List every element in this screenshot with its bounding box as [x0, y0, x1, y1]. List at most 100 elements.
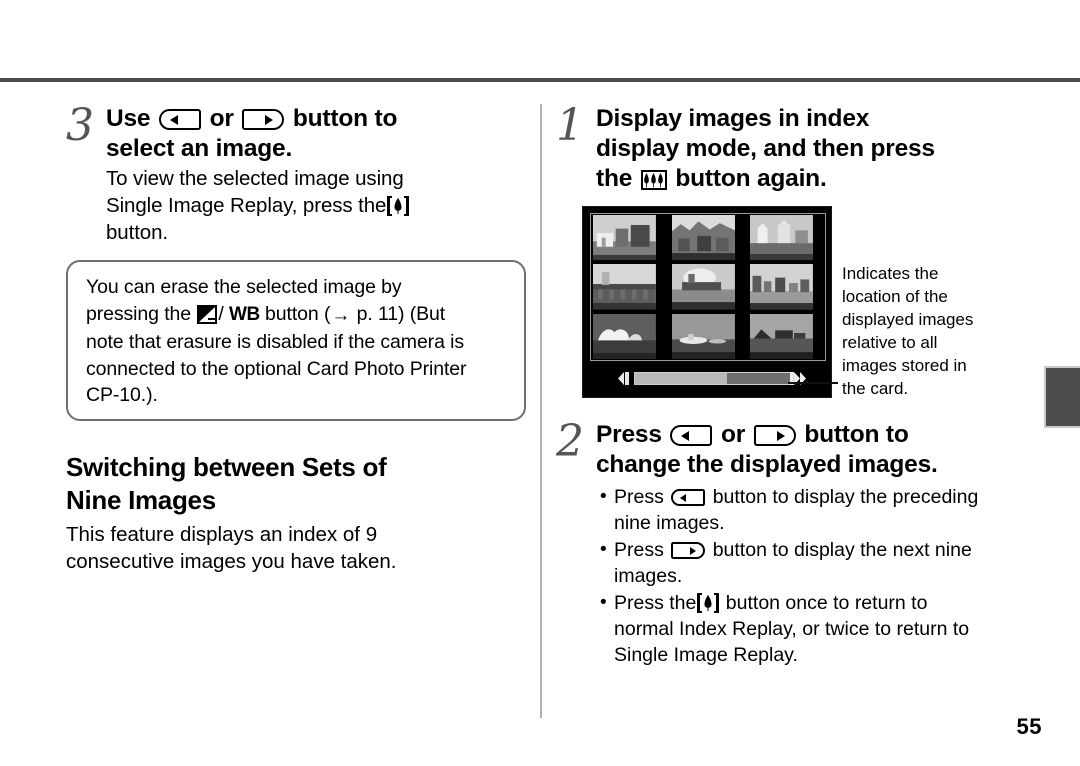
step-3-desc-line3: button.	[106, 221, 168, 244]
bullet-continuation-2: Single Image Replay.	[614, 644, 798, 666]
step-3: 3 Use or button to select an image. To v…	[66, 104, 526, 246]
note-line-2: pressing the / WB button (→ p. 11) (But	[86, 301, 510, 330]
bullet-continuation: images.	[614, 565, 683, 587]
bullet-post: button once to return to	[725, 592, 928, 614]
step-1-title-line3: the button again.	[596, 164, 1028, 194]
wide-three-trees-icon	[640, 170, 667, 190]
section-heading: Switching between Sets of Nine Images	[66, 451, 526, 517]
step-3-title-line2: select an image.	[106, 135, 293, 162]
exposure-compensation-icon	[197, 304, 218, 324]
scroll-left-cap-icon	[618, 372, 629, 385]
thumbnail-cell	[669, 213, 748, 262]
bullet-post: button to display the next nine	[712, 539, 972, 561]
note-line-1: You can erase the selected image by	[86, 276, 402, 298]
step-3-title-or: or	[209, 105, 234, 132]
tree-shape-icon	[394, 198, 402, 214]
annotation-text: Indicates the location of the displayed …	[842, 262, 1017, 400]
note-slash: /	[218, 302, 224, 325]
step-1-number: 1	[556, 100, 584, 151]
step-1-title: Display images in index display mode, an…	[596, 104, 1028, 194]
bullet-pre: Press the	[614, 592, 697, 614]
page-number: 55	[1016, 714, 1042, 739]
thumbnail-cell	[590, 312, 669, 361]
step-2-bullet-list: • Press button to display the preceding …	[600, 484, 1028, 668]
thumbnail-grid	[590, 213, 826, 361]
thumbnail-cell	[669, 312, 748, 361]
note-line-5: CP-10.).	[86, 384, 158, 406]
thumbnail-image	[593, 264, 657, 310]
tele-single-tree-icon	[697, 593, 720, 613]
step-2-title-or: or	[720, 421, 746, 448]
step-1-title-line2: display mode, and then press	[596, 135, 935, 162]
right-arrow-button-icon	[671, 542, 706, 559]
step-3-body: Use or button to select an image. To vie…	[106, 104, 526, 246]
left-arrow-button-icon	[158, 109, 201, 130]
right-column: 1 Display images in index display mode, …	[556, 104, 1028, 669]
step-2-title-line2: change the displayed images.	[596, 451, 938, 478]
annotation-leader-line	[788, 382, 838, 384]
right-arrow-button-icon	[242, 109, 285, 130]
note-callout-box: You can erase the selected image by pres…	[66, 260, 526, 421]
white-balance-label: WB	[229, 303, 260, 325]
bullet-dot: •	[600, 539, 607, 560]
step-3-desc-line1: To view the selected image using	[106, 167, 404, 190]
step-2-number: 2	[556, 416, 584, 467]
bullet-continuation: normal Index Replay, or twice to return …	[614, 618, 970, 640]
thumbnail-image	[593, 214, 657, 261]
note-page-ref: p. 11	[356, 302, 399, 325]
note-line-2-mid: button (	[265, 302, 331, 325]
thumbnail-image	[750, 264, 814, 310]
bullet-text: Press the button once to return to norma…	[614, 590, 1028, 668]
thumbnail-cell	[590, 262, 669, 311]
annotation-line: relative to all	[842, 333, 938, 352]
section-body-line2: consecutive images you have taken.	[66, 549, 397, 573]
note-line-4: connected to the optional Card Photo Pri…	[86, 357, 467, 380]
step-2-title-part1: Press	[596, 421, 662, 448]
thumbnail-image	[671, 214, 735, 261]
scrollbar-thumb[interactable]	[635, 373, 727, 384]
step-3-title-part1: Use	[106, 105, 151, 132]
bullet-continuation: nine images.	[614, 512, 725, 534]
scrollbar-track[interactable]	[634, 372, 794, 385]
position-indicator-scrollbar	[618, 371, 806, 386]
step-2: 2 Press or button to change the displaye…	[556, 420, 1028, 480]
step-3-title-part2: button to	[292, 105, 398, 132]
thumbnail-cell	[747, 213, 826, 262]
step-1-title-line3-post: button again.	[675, 165, 827, 192]
step-3-number: 3	[66, 100, 94, 151]
bullet-item: • Press the button once to return to nor…	[600, 590, 1028, 668]
annotation-line: displayed images	[842, 310, 974, 329]
bullet-dot: •	[600, 486, 607, 507]
step-1: 1 Display images in index display mode, …	[556, 104, 1028, 194]
section-body-line1: This feature displays an index of 9	[66, 522, 378, 546]
index-display-illustration: Indicates the location of the displayed …	[556, 206, 1028, 402]
bullet-post: button to display the preceding	[712, 486, 979, 508]
right-arrow-button-icon	[753, 425, 796, 446]
annotation-line: the card.	[842, 379, 909, 398]
arrow-right-icon: →	[331, 304, 351, 326]
bullet-pre: Press	[614, 486, 664, 508]
camera-lcd-screen	[582, 206, 832, 398]
step-3-desc-line2-text: Single Image Replay, press the	[106, 194, 387, 217]
thumbnail-cell	[590, 213, 669, 262]
step-1-title-line3-pre: the	[596, 165, 633, 192]
step-1-title-line1: Display images in index	[596, 105, 870, 132]
thumbnail-image	[671, 313, 735, 359]
left-arrow-button-icon	[671, 489, 706, 506]
step-3-description: To view the selected image using Single …	[106, 165, 526, 246]
section-heading-line1: Switching between Sets of	[66, 451, 387, 482]
section-heading-line2: Nine Images	[66, 484, 216, 515]
note-line-2-pre: pressing the	[86, 302, 192, 325]
column-divider	[540, 104, 542, 718]
step-2-body: Press or button to change the displayed …	[596, 420, 1028, 480]
step-3-title: Use or button to select an image.	[106, 104, 526, 164]
thumbnail-image	[671, 264, 735, 310]
tree-shape-icon	[704, 595, 712, 611]
tele-single-tree-icon	[387, 196, 410, 216]
bullet-text: Press button to display the preceding ni…	[614, 484, 1028, 536]
annotation-line: images stored in	[842, 356, 967, 375]
bullet-text: Press button to display the next nine im…	[614, 537, 1028, 589]
left-column: 3 Use or button to select an image. To v…	[66, 104, 526, 575]
thumbnail-image	[593, 313, 657, 359]
bullet-pre: Press	[614, 539, 664, 561]
